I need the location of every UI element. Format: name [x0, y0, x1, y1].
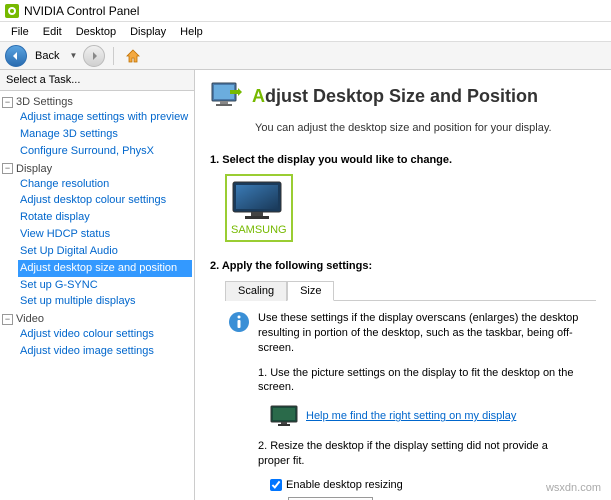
- tree-item-change-resolution[interactable]: Change resolution: [18, 176, 192, 193]
- forward-button[interactable]: [83, 45, 105, 67]
- step-2-text: 2. Resize the desktop if the display set…: [258, 439, 581, 469]
- tree-item-video-image[interactable]: Adjust video image settings: [18, 343, 192, 360]
- main-panel: Adjust Desktop Size and Position You can…: [195, 70, 611, 500]
- display-selector[interactable]: SAMSUNG: [225, 174, 293, 242]
- menu-bar: File Edit Desktop Display Help: [0, 22, 611, 42]
- tree-item-desktop-size-position[interactable]: Adjust desktop size and position: [18, 260, 192, 277]
- page-description: You can adjust the desktop size and posi…: [255, 122, 596, 134]
- tree-item-multiple-displays[interactable]: Set up multiple displays: [18, 293, 192, 310]
- toolbar-divider: [113, 47, 114, 65]
- tree-item-adjust-image-preview[interactable]: Adjust image settings with preview: [18, 109, 192, 126]
- monitor-icon: [210, 80, 242, 112]
- tree-item-rotate-display[interactable]: Rotate display: [18, 209, 192, 226]
- sidebar-header: Select a Task...: [0, 70, 194, 91]
- tree-group-video: − Video Adjust video colour settings Adj…: [2, 312, 192, 360]
- watermark: wsxdn.com: [546, 482, 601, 494]
- tree-group-3d-settings: − 3D Settings Adjust image settings with…: [2, 95, 192, 160]
- tree-item-hdcp-status[interactable]: View HDCP status: [18, 226, 192, 243]
- tree-item-desktop-colour[interactable]: Adjust desktop colour settings: [18, 192, 192, 209]
- checkbox-label: Enable desktop resizing: [286, 479, 403, 491]
- collapse-icon[interactable]: −: [2, 163, 13, 174]
- back-label: Back: [35, 50, 59, 62]
- tree-item-video-colour[interactable]: Adjust video colour settings: [18, 326, 192, 343]
- collapse-icon[interactable]: −: [2, 314, 13, 325]
- back-button[interactable]: [5, 45, 27, 67]
- title-bar: NVIDIA Control Panel: [0, 0, 611, 22]
- menu-desktop[interactable]: Desktop: [70, 24, 122, 40]
- tab-size[interactable]: Size: [287, 281, 334, 301]
- enable-resizing-checkbox[interactable]: [270, 479, 282, 491]
- sidebar: Select a Task... − 3D Settings Adjust im…: [0, 70, 195, 500]
- tree-group-header[interactable]: − Display: [2, 162, 192, 176]
- tab-size-content: Use these settings if the display oversc…: [210, 301, 596, 500]
- home-button[interactable]: [122, 45, 144, 67]
- tree-item-manage-3d[interactable]: Manage 3D settings: [18, 126, 192, 143]
- tree-group-header[interactable]: − Video: [2, 312, 192, 326]
- menu-edit[interactable]: Edit: [37, 24, 68, 40]
- collapse-icon[interactable]: −: [2, 97, 13, 108]
- display-label: SAMSUNG: [231, 224, 287, 236]
- tab-scaling[interactable]: Scaling: [225, 281, 287, 301]
- menu-help[interactable]: Help: [174, 24, 209, 40]
- step-1-text: 1. Use the picture settings on the displ…: [258, 366, 581, 396]
- tree-item-surround-physx[interactable]: Configure Surround, PhysX: [18, 143, 192, 160]
- monitor-small-icon: [270, 405, 298, 427]
- settings-tabs: Scaling Size: [225, 280, 596, 301]
- info-text: Use these settings if the display oversc…: [258, 311, 581, 356]
- tree-group-display: − Display Change resolution Adjust deskt…: [2, 162, 192, 311]
- app-icon: [5, 4, 19, 18]
- menu-display[interactable]: Display: [124, 24, 172, 40]
- window-title: NVIDIA Control Panel: [24, 4, 139, 18]
- task-tree: − 3D Settings Adjust image settings with…: [0, 91, 194, 366]
- toolbar: Back ▼: [0, 42, 611, 70]
- monitor-thumbnail-icon: [231, 180, 283, 222]
- tree-item-gsync[interactable]: Set up G-SYNC: [18, 277, 192, 294]
- back-dropdown-icon[interactable]: ▼: [67, 51, 79, 60]
- info-icon: [228, 311, 250, 333]
- menu-file[interactable]: File: [5, 24, 35, 40]
- tree-item-digital-audio[interactable]: Set Up Digital Audio: [18, 243, 192, 260]
- section1-title: 1. Select the display you would like to …: [210, 154, 596, 166]
- page-title: Adjust Desktop Size and Position: [252, 86, 538, 107]
- tree-group-header[interactable]: − 3D Settings: [2, 95, 192, 109]
- section2-title: 2. Apply the following settings:: [210, 260, 596, 272]
- help-link[interactable]: Help me find the right setting on my dis…: [306, 410, 516, 422]
